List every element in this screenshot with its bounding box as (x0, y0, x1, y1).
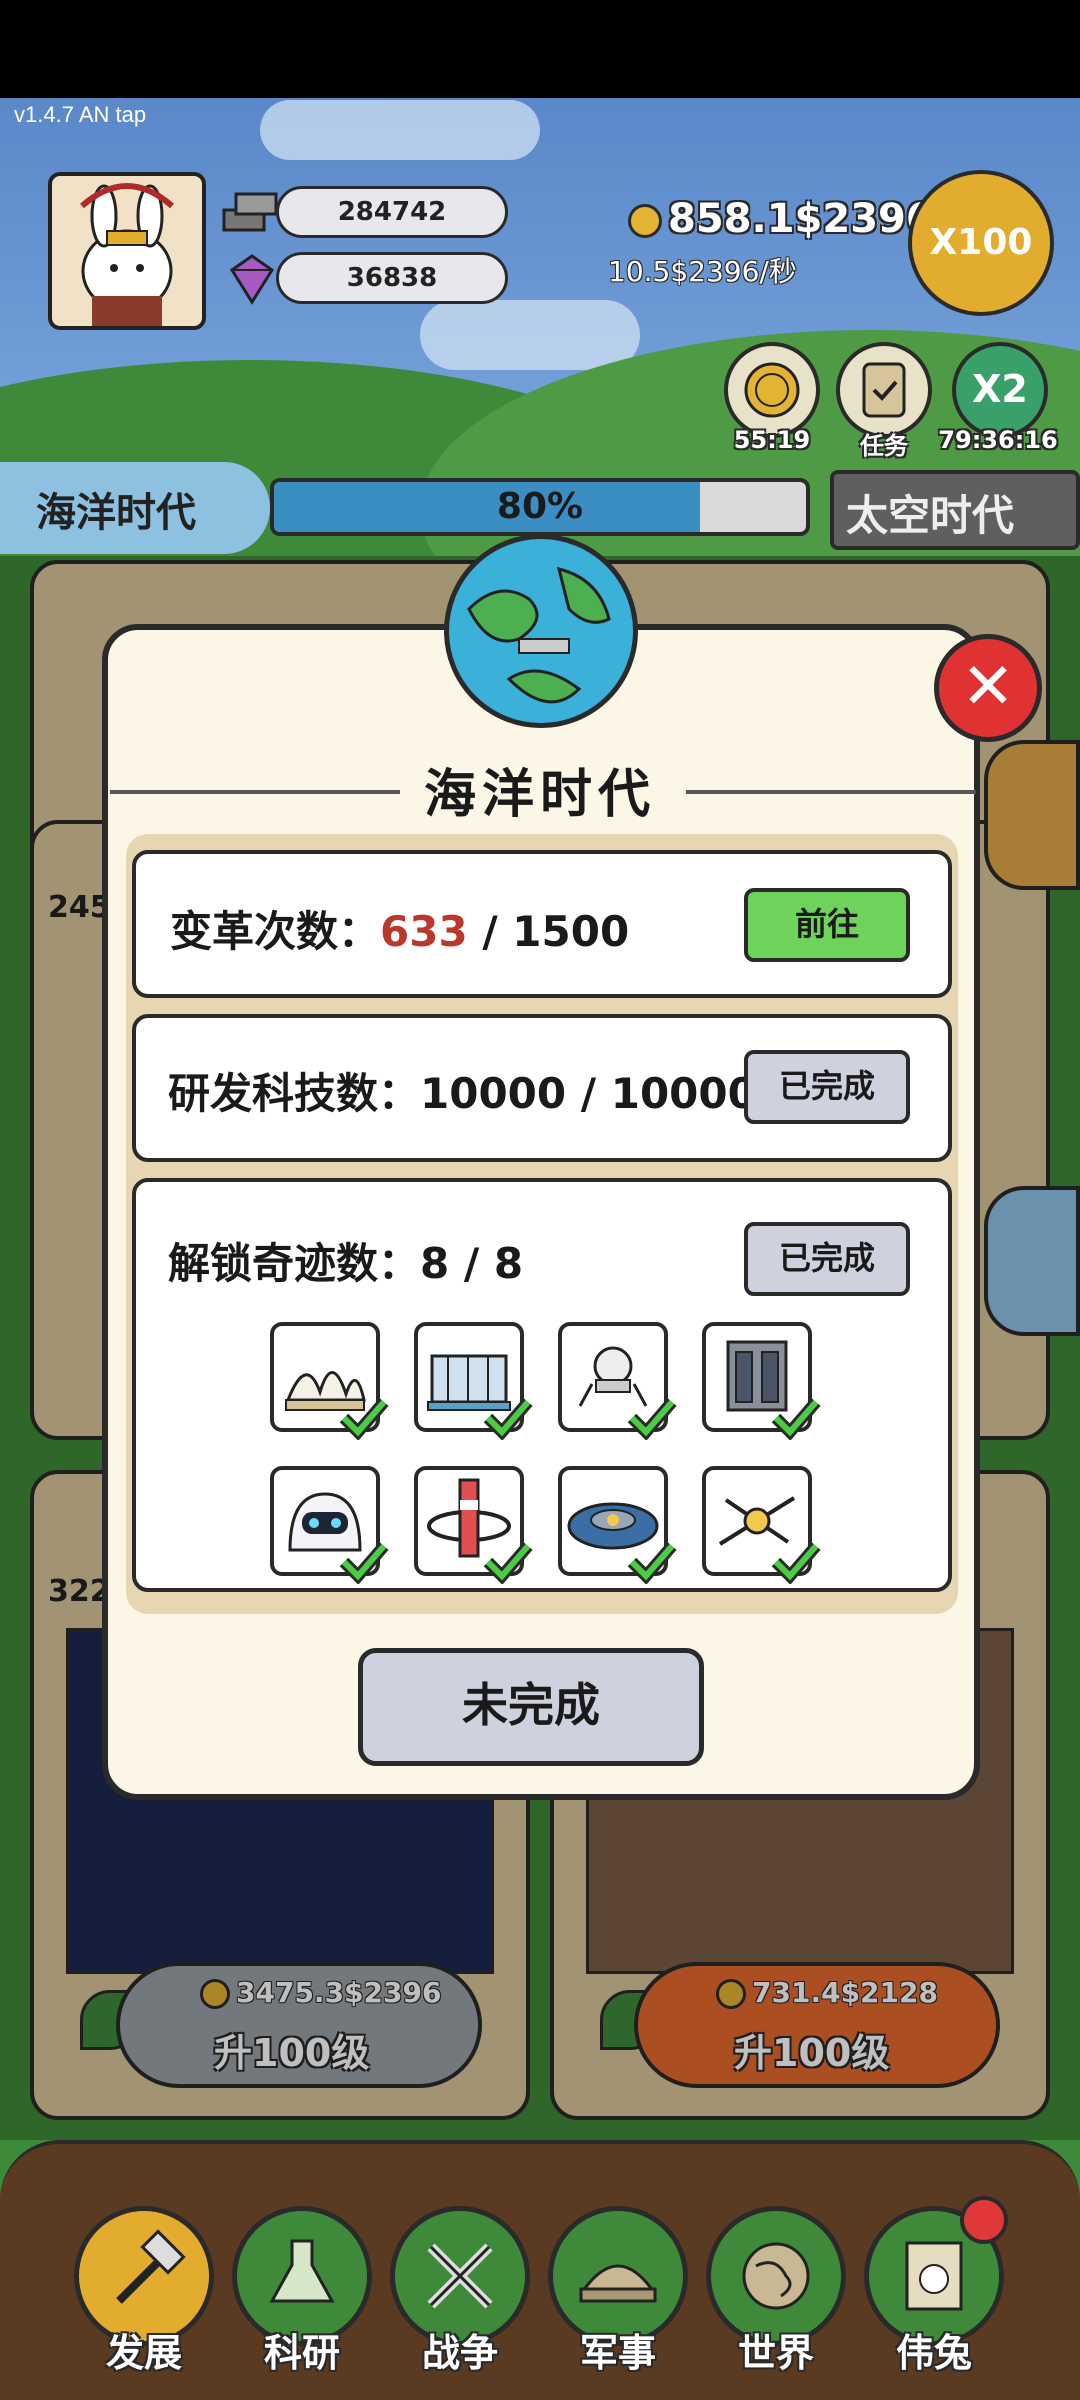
checkmark-icon (483, 1542, 533, 1584)
requirement-current: 633 (380, 907, 468, 956)
money-display: 858.1$2396 (628, 196, 934, 242)
cloud (260, 100, 540, 160)
income-rate: 10.5$2396/秒 (608, 255, 797, 288)
requirement-tech-text: 研发科技数：10000 / 10000 (168, 1060, 757, 1121)
requirement-current: 10000 (420, 1069, 567, 1118)
go-button[interactable]: 前往 (744, 888, 910, 962)
checkmark-icon (771, 1542, 821, 1584)
coin-stack-icon (744, 362, 800, 418)
x100-button[interactable]: X100 (908, 170, 1054, 316)
coin-boost-button[interactable] (724, 342, 820, 438)
gem-icon (222, 252, 282, 310)
task-label: 任务 (860, 432, 908, 460)
close-button[interactable]: ✕ (934, 634, 1042, 742)
checkmark-icon (771, 1398, 821, 1440)
requirement-wonders-text: 解锁奇迹数：8 / 8 (168, 1230, 523, 1291)
checkmark-icon (483, 1398, 533, 1440)
rabbit-king-icon (80, 183, 174, 326)
player-avatar[interactable] (48, 172, 206, 330)
requirement-reforms-text: 变革次数：633 / 1500 (170, 898, 629, 959)
iron-counter: 284742 (276, 186, 508, 238)
nav-label: 战争 (421, 2331, 498, 2375)
checkmark-icon (339, 1542, 389, 1584)
checkmark-icon (339, 1398, 389, 1440)
notification-badge (960, 2196, 1008, 2244)
checkmark-icon (627, 1398, 677, 1440)
completed-button[interactable]: 已完成 (744, 1050, 910, 1124)
wonder-skyscraper-icon[interactable] (702, 1322, 821, 1440)
requirement-total: / 1500 (482, 907, 630, 956)
money-value: 858.1$2396 (668, 196, 934, 242)
next-era-label: 太空时代 (846, 491, 1015, 540)
requirement-current: 8 (420, 1239, 450, 1288)
x2-boost-timer: 79:36:16 (938, 426, 1058, 454)
coin-icon (628, 204, 662, 238)
nav-label: 科研 (263, 2331, 340, 2375)
wonder-space-station-icon[interactable] (414, 1466, 533, 1584)
nav-label: 伟兔 (895, 2331, 972, 2375)
era-progress-text: 80% (496, 486, 584, 527)
incomplete-button[interactable]: 未完成 (358, 1648, 704, 1766)
dialog-title: 海洋时代 (423, 765, 656, 825)
game-screen: v1.4.7 AN tap 284742 36838 858.1$2396 10… (0, 0, 1080, 2400)
requirement-label: 变革次数： (170, 907, 381, 956)
cloud (420, 300, 640, 370)
completed-button[interactable]: 已完成 (744, 1222, 910, 1296)
requirement-label: 解锁奇迹数： (168, 1239, 421, 1288)
requirement-label: 研发科技数： (168, 1069, 421, 1118)
wonder-lunar-lander-icon[interactable] (558, 1322, 677, 1440)
wonder-ufo-icon[interactable] (558, 1466, 677, 1584)
nav-label: 发展 (105, 2331, 182, 2375)
nav-label: 军事 (579, 2331, 656, 2375)
earth-globe-icon (444, 534, 638, 728)
checkmark-icon (627, 1542, 677, 1584)
x2-boost-button[interactable]: X2 (952, 342, 1048, 438)
clipboard-icon (862, 362, 906, 418)
wonder-museum-icon[interactable] (414, 1322, 533, 1440)
iron-ingot-icon (220, 188, 280, 242)
wonder-satellite-icon[interactable] (702, 1466, 821, 1584)
coin-boost-timer: 55:19 (733, 426, 811, 454)
version-label: v1.4.7 AN tap (14, 102, 147, 127)
gem-counter: 36838 (276, 252, 508, 304)
status-bar (0, 0, 1080, 98)
era-progress-bar: 80% (270, 478, 810, 536)
nav-label: 世界 (737, 2331, 814, 2375)
task-button[interactable] (836, 342, 932, 438)
current-era-label: 海洋时代 (36, 490, 196, 536)
wonder-opera-house-icon[interactable] (270, 1322, 389, 1440)
requirement-total: / 10000 (580, 1069, 757, 1118)
requirement-total: / 8 (463, 1239, 524, 1288)
wonder-robot-icon[interactable] (270, 1466, 389, 1584)
